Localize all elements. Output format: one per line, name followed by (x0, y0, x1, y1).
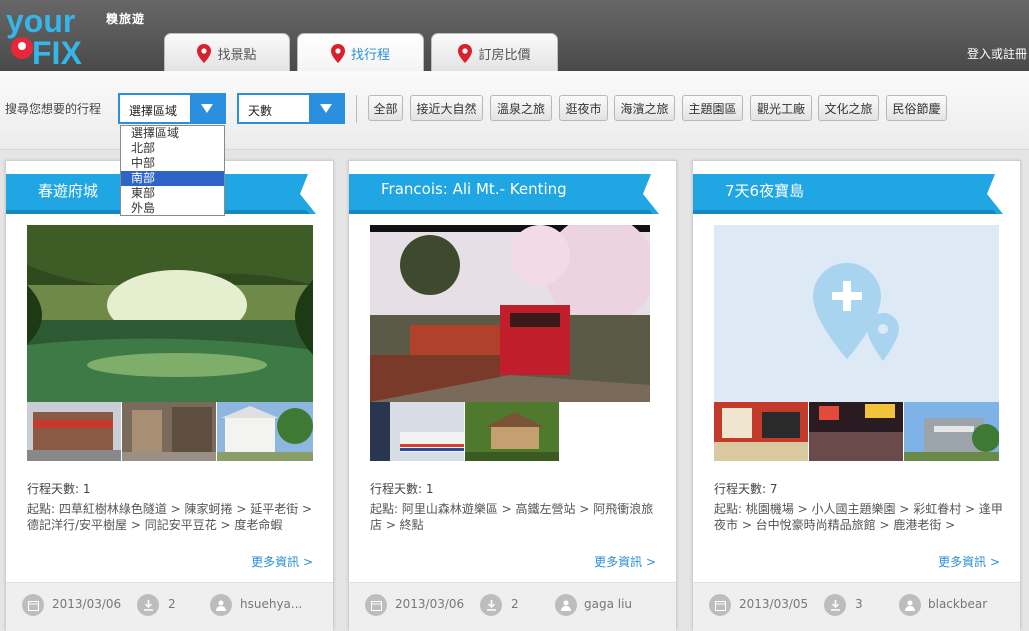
region-option[interactable]: 外島 (121, 201, 224, 216)
region-dropdown: 選擇區域 北部 中部 南部 東部 外島 (120, 125, 225, 216)
logo[interactable]: your FIX (4, 2, 116, 66)
chevron-down-icon[interactable] (309, 95, 343, 122)
region-option[interactable]: 北部 (121, 141, 224, 156)
card-thumbnail[interactable] (27, 402, 121, 461)
card-title[interactable]: 7天6夜寶島 (725, 180, 804, 201)
tab-find-itinerary[interactable]: 找行程 (297, 33, 424, 72)
filter-hot-spring[interactable]: 溫泉之旅 (490, 95, 552, 121)
region-option[interactable]: 東部 (121, 186, 224, 201)
card-days: 行程天數: 1 (370, 482, 434, 496)
svg-text:FIX: FIX (32, 35, 82, 66)
region-select[interactable]: 選擇區域 (118, 93, 226, 124)
card-thumbnail[interactable] (714, 402, 808, 461)
calendar-icon (709, 594, 731, 616)
card-days: 行程天數: 1 (27, 482, 91, 496)
map-pin-icon (458, 43, 473, 63)
user-icon (555, 594, 577, 616)
calendar-icon (365, 594, 387, 616)
calendar-icon (22, 594, 44, 616)
card-main-image[interactable] (370, 225, 650, 402)
region-option[interactable]: 選擇區域 (121, 126, 224, 141)
tab-hotel-compare[interactable]: 訂房比價 (431, 33, 558, 72)
card-title[interactable]: 春遊府城 (38, 180, 98, 201)
download-icon[interactable] (824, 594, 846, 616)
more-info-link[interactable]: 更多資訊 > (594, 553, 656, 570)
filter-festival[interactable]: 民俗節慶 (886, 95, 947, 121)
itinerary-card[interactable]: Francois: Ali Mt.- Kenting 行程天數: 1 起點: 阿… (348, 160, 677, 631)
svg-text:your: your (6, 3, 75, 39)
card-download-count: 2 (168, 597, 176, 611)
card-title[interactable]: Francois: Ali Mt.- Kenting (381, 180, 567, 198)
card-footer: 2013/03/05 3 blackbear (693, 582, 1020, 631)
card-thumbnail[interactable] (122, 402, 216, 461)
logo-subtitle: 糗旅遊 (106, 12, 146, 26)
card-date: 2013/03/06 (395, 597, 465, 611)
tab-label: 找景點 (217, 47, 257, 63)
tab-label: 找行程 (350, 47, 390, 63)
itinerary-card[interactable]: 7天6夜寶島 行程天數: 7 起點: 桃園機場 > 小人國主題樂園 > 彩虹眷村… (692, 160, 1021, 631)
tab-find-attractions[interactable]: 找景點 (164, 33, 290, 72)
user-icon (899, 594, 921, 616)
search-label: 搜尋您想要的行程 (5, 102, 102, 116)
card-main-image[interactable] (27, 225, 313, 402)
card-image-placeholder[interactable] (714, 225, 999, 402)
tab-label: 訂房比價 (478, 47, 531, 63)
card-banner: 7天6夜寶島 (693, 174, 1003, 214)
card-thumbnail[interactable] (465, 402, 559, 461)
filter-beach[interactable]: 海濱之旅 (614, 95, 675, 121)
card-download-count: 3 (855, 597, 863, 611)
card-user[interactable]: hsuehya... (240, 597, 302, 611)
itinerary-card[interactable]: 春遊府城 行程天數: 1 起點: 四草紅樹林綠色隧道 > 陳家蚵捲 > 延平老街… (5, 160, 334, 631)
filter-nature[interactable]: 接近大自然 (410, 95, 483, 121)
more-info-link[interactable]: 更多資訊 > (938, 553, 1000, 570)
filter-factory[interactable]: 觀光工廠 (750, 95, 812, 121)
days-select-value: 天數 (248, 104, 273, 118)
card-banner: Francois: Ali Mt.- Kenting (349, 174, 659, 214)
download-icon[interactable] (480, 594, 502, 616)
card-date: 2013/03/05 (739, 597, 809, 611)
top-header: your FIX 糗旅遊 找景點 找行程 訂房比價 登入或註冊 (0, 0, 1029, 72)
card-download-count: 2 (511, 597, 519, 611)
card-thumbnail[interactable] (904, 402, 999, 461)
card-footer: 2013/03/06 2 hsuehya... (6, 582, 333, 631)
more-info-link[interactable]: 更多資訊 > (251, 553, 313, 570)
user-icon (210, 594, 232, 616)
card-route: 起點: 阿里山森林遊樂區 > 高鐵左營站 > 阿飛衝浪旅店 > 終點 (370, 502, 654, 532)
filter-theme-park[interactable]: 主題園區 (682, 95, 743, 121)
card-date: 2013/03/06 (52, 597, 122, 611)
map-pin-icon (197, 43, 212, 63)
add-location-icon (813, 263, 899, 361)
filter-culture[interactable]: 文化之旅 (818, 95, 879, 121)
login-link[interactable]: 登入或註冊 (967, 45, 1027, 62)
card-footer: 2013/03/06 2 gaga liu (349, 582, 676, 631)
download-icon[interactable] (137, 594, 159, 616)
card-route: 起點: 桃園機場 > 小人國主題樂園 > 彩虹眷村 > 逢甲夜市 > 台中悅豪時… (714, 502, 1003, 532)
days-select[interactable]: 天數 (237, 93, 345, 124)
card-thumbnail[interactable] (370, 402, 464, 461)
card-user[interactable]: blackbear (928, 597, 987, 611)
divider (356, 95, 357, 123)
map-pin-icon (330, 43, 345, 63)
card-route: 起點: 四草紅樹林綠色隧道 > 陳家蚵捲 > 延平老街 > 德記洋行/安平樹屋 … (27, 502, 313, 532)
filter-all[interactable]: 全部 (368, 95, 403, 121)
card-user[interactable]: gaga liu (584, 597, 632, 611)
filter-night-market[interactable]: 逛夜市 (559, 95, 608, 121)
card-thumbnail[interactable] (809, 402, 903, 461)
card-days: 行程天數: 7 (714, 482, 778, 496)
region-option[interactable]: 中部 (121, 156, 224, 171)
chevron-down-icon[interactable] (190, 95, 224, 122)
region-select-value: 選擇區域 (129, 104, 178, 118)
card-thumbnail[interactable] (217, 402, 313, 461)
region-option-highlighted[interactable]: 南部 (121, 171, 224, 186)
